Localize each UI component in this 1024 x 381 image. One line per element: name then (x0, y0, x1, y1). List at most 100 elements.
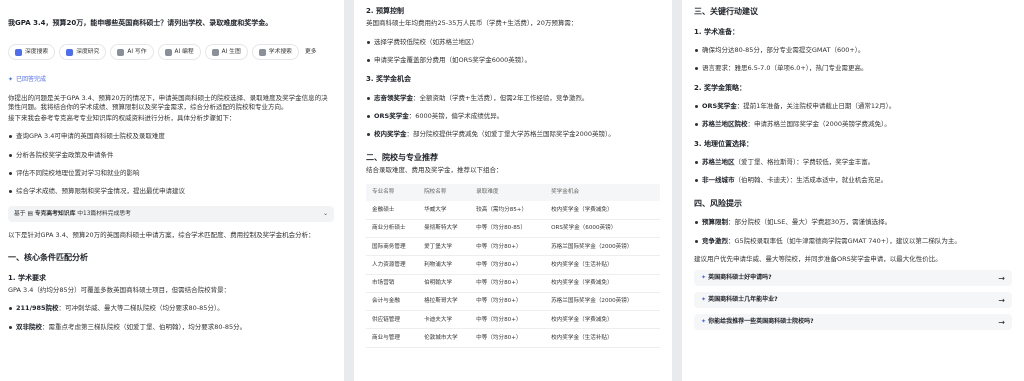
table-cell: 卡迪夫大学 (418, 310, 471, 330)
table-cell: 曼彻斯特大学 (418, 219, 471, 238)
sparkle-icon: ✦ (701, 296, 707, 304)
academic-item: 211/985院校：可冲刺华威、曼大等二梯队院校（均分要求80-85分）。 (8, 304, 334, 313)
graduation-cap-icon (258, 48, 266, 56)
answer-panel-middle: 2. 预算控制 英国商科硕士年均费用约25-35万人民币（学费+生活费），20万… (354, 0, 672, 381)
column-header: 专业名称 (366, 183, 419, 201)
table-row: 人力资源管理 利物浦大学 中等（均分80+） 校内奖学金（生活补贴） (366, 255, 660, 275)
arrow-right-icon: → (998, 295, 1005, 305)
table-cell: 校内奖学金（生活补贴） (545, 328, 660, 348)
table-cell: 人力资源管理 (366, 255, 419, 275)
tool-academic-search-button[interactable]: 学术搜索 (251, 44, 299, 61)
subsection-heading: 1. 学术要求 (8, 273, 46, 282)
table-cell: 校内奖学金（学费减免） (545, 310, 660, 330)
table-row: 供应链管理 卡迪夫大学 中等（均分80+） 校内奖学金（学费减免） (366, 310, 660, 330)
table-row: 会计与金融 格拉斯哥大学 中等（均分80+） 苏格兰国际奖学金（2000英镑） (366, 292, 660, 312)
table-cell: 国际商务管理 (366, 237, 419, 257)
table-cell: 中等（均分80+） (470, 255, 546, 275)
table-row: 金融硕士 华威大学 较高（需均分85+） 校内奖学金（学费减免） (366, 200, 660, 220)
section-heading: 二、院校与专业推荐 (366, 152, 438, 162)
table-cell: 供应链管理 (366, 310, 419, 330)
section2-text: 结合录取难度、费用及奖学金，推荐以下组合： (366, 166, 503, 175)
table-cell: 伯明翰大学 (418, 274, 471, 293)
tool-deep-research-button[interactable]: 深度研究 (59, 44, 107, 61)
budget-item: 选择学费较低院校（如苏格兰地区） (366, 38, 660, 47)
step-item: 综合学术成绩、预算限制和奖学金情况，提出最优申请建议 (8, 187, 334, 196)
suggestion-item[interactable]: ✦ 英国商科硕士几年能毕业? → (694, 292, 1012, 309)
suggestion-item[interactable]: ✦ 你能给我推荐一些英国商科硕士院校吗? → (694, 314, 1012, 331)
location-item: 非一线城市（伯明翰、卡迪夫）：生活成本适中，就业机会充足。 (694, 176, 1012, 185)
step-item: 分析各院校奖学金政策及申请条件 (8, 151, 334, 160)
scholarship-item: 志奋领奖学金：全额资助（学费+生活费），但需2年工作经验，竞争激烈。 (366, 94, 660, 103)
answer-panel-left: 我GPA 3.4，预算20万，能申哪些英国商科硕士？请列出学校、录取难度和奖学金… (0, 0, 344, 381)
table-cell: 利物浦大学 (418, 255, 471, 275)
arrow-right-icon: → (998, 317, 1005, 327)
deep-research-icon (66, 48, 74, 56)
location-item: 苏格兰地区（爱丁堡、格拉斯哥）：学费较低，奖学金丰富。 (694, 158, 1012, 167)
image-icon (211, 48, 219, 56)
table-cell: 中等（均分80+） (470, 310, 546, 330)
answer-panel-right: 三、关键行动建议 1. 学术准备： 确保均分达80-85分，部分专业需提交GMA… (682, 0, 1024, 381)
academic-text: GPA 3.4（约均分85分）可覆盖多数英国商科硕士项目，但需结合院校背景： (8, 285, 231, 294)
code-icon (164, 48, 172, 56)
scholarship-item: 校内奖学金：部分院校提供学费减免（如爱丁堡大学苏格兰国际奖学金2000英镑）。 (366, 130, 660, 139)
prep-item: 语言要求：雅思6.5-7.0（单项6.0+），热门专业需更高。 (694, 64, 1012, 73)
table-cell: 苏格兰国际奖学金（2000英镑） (545, 292, 660, 312)
answer-status: ✦ 已回答完成 (8, 76, 47, 84)
section-heading: 四、风险提示 (694, 198, 742, 208)
column-header: 录取难度 (470, 183, 546, 201)
table-cell: 商业与管理 (366, 328, 419, 348)
section-heading: 三、关键行动建议 (694, 7, 758, 16)
column-header: 院校名称 (418, 183, 471, 201)
sparkle-icon: ✦ (8, 76, 14, 84)
subsection-heading: 2. 奖学金策略： (694, 83, 746, 92)
table-cell: ORS奖学金（6000英镑） (545, 219, 660, 238)
subsection-heading: 3. 奖学金机会 (366, 75, 411, 84)
table-row: 商业与管理 伦敦城市大学 中等（均分80+） 校内奖学金（生活补贴） (366, 328, 660, 348)
summary-paragraph: 以下是针对GPA 3.4、预算20万的英国商科硕士申请方案，综合学术匹配度、费用… (8, 230, 315, 239)
step-item: 评估不同院校地理位置对学习和就业的影响 (8, 169, 334, 178)
table-row: 市场营销 伯明翰大学 中等（均分80+） 校内奖学金（学费减免） (366, 274, 660, 293)
table-cell: 会计与金融 (366, 292, 419, 312)
table-cell: 爱丁堡大学 (418, 237, 471, 257)
table-cell: 中等（均分80-85） (470, 219, 546, 238)
budget-item: 申请奖学金覆盖部分费用（如ORS奖学金6000英镑）。 (366, 56, 660, 65)
suggestion-item[interactable]: ✦ 英国商科硕士好申请吗? → (694, 270, 1012, 287)
step-item: 查询GPA 3.4可申请的英国商科硕士院校及录取难度 (8, 132, 334, 141)
intro-paragraph-2: 接下来我会参考专克高考专业知识库的权威资料进行分析，具体分析步骤如下： (8, 113, 236, 122)
risk-item: 竞争激烈：G5院校录取率低（如牛津需德商学院需GMAT 740+），建议以第二梯… (694, 237, 1012, 246)
scholarship-item: ORS奖学金：6000英镑，偏学术成绩优异。 (366, 112, 660, 121)
risk-item: 预算限制：部分院校（如LSE、曼大）学费超30万，需谨慎选择。 (694, 218, 1012, 227)
table-cell: 伦敦城市大学 (418, 328, 471, 348)
table-cell: 校内奖学金（生活补贴） (545, 255, 660, 275)
column-header: 奖学金机会 (545, 183, 660, 201)
tool-ai-image-button[interactable]: AI 生图 (204, 44, 248, 61)
recommendation-table: 专业名称 院校名称 录取难度 奖学金机会 金融硕士 华威大学 较高（需均分85+）校… (366, 183, 660, 348)
user-question: 我GPA 3.4，预算20万，能申哪些英国商科硕士？请列出学校、录取难度和奖学金… (8, 19, 273, 27)
knowledge-base-icon: ▤ (27, 210, 33, 217)
table-cell: 华威大学 (418, 200, 471, 220)
sparkle-icon: ✦ (701, 274, 707, 282)
tool-ai-coding-button[interactable]: AI 编程 (157, 44, 201, 61)
strategy-item: ORS奖学金：提前1年准备，关注院校申请截止日期（通常12月）。 (694, 102, 1012, 111)
pen-icon (117, 48, 125, 56)
source-bar[interactable]: 基于 ▤ 专克高考知识库 中13篇材料完成思考 ⌄ (8, 205, 334, 222)
table-cell: 校内奖学金（学费减免） (545, 200, 660, 220)
final-advice: 建议用户优先申请华威、曼大等院校，并同步准备ORS奖学金申请，以最大化性价比。 (694, 254, 942, 263)
tool-more-button[interactable]: 更多 (303, 44, 319, 60)
table-row: 国际商务管理 爱丁堡大学 中等（均分80+） 苏格兰国际奖学金（2000英镑） (366, 237, 660, 257)
tool-ai-writing-button[interactable]: AI 写作 (110, 44, 154, 61)
sparkle-icon: ✦ (701, 318, 707, 326)
table-header-row: 专业名称 院校名称 录取难度 奖学金机会 (366, 183, 660, 201)
chevron-down-icon: ⌄ (323, 210, 328, 217)
subsection-heading: 1. 学术准备： (694, 27, 739, 36)
tool-deep-search-button[interactable]: 深度搜索 (8, 44, 56, 61)
table-cell: 金融硕士 (366, 200, 419, 220)
source-name: 专克高考知识库 (34, 210, 76, 217)
table-cell: 校内奖学金（学费减免） (545, 274, 660, 293)
deep-search-icon (15, 48, 22, 56)
table-cell: 中等（均分80+） (470, 237, 546, 257)
table-cell: 商业分析硕士 (366, 219, 419, 238)
table-cell: 中等（均分80+） (470, 328, 546, 348)
table-cell: 较高（需均分85+） (470, 200, 546, 220)
subsection-heading: 2. 预算控制 (366, 7, 404, 15)
